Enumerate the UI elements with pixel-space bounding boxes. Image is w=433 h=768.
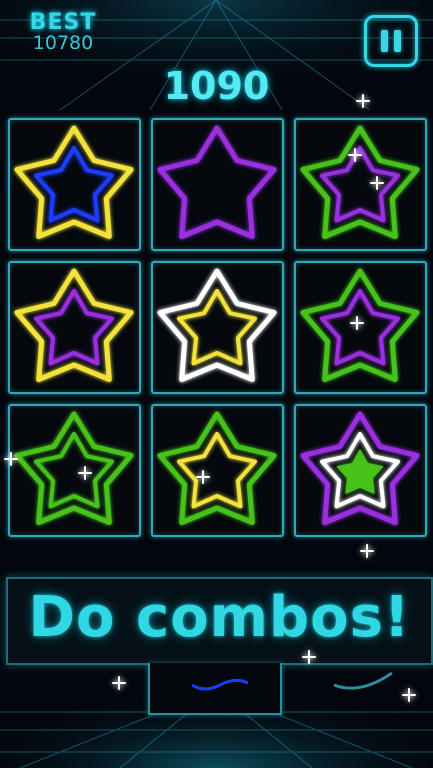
board-cell[interactable] <box>8 404 141 537</box>
swap-arrow-icon <box>333 671 393 690</box>
next-piece-arc <box>191 678 249 691</box>
sparkle <box>350 316 364 330</box>
best-score-panel: BEST 10780 <box>18 10 108 54</box>
sparkle <box>348 148 362 162</box>
inner-star <box>34 432 114 509</box>
board-cell[interactable] <box>151 261 284 394</box>
hint-banner-text: Do combos! <box>28 585 411 650</box>
sparkle <box>112 676 126 690</box>
outer-star <box>157 268 277 382</box>
next-piece-slot[interactable] <box>148 663 282 715</box>
star-tile <box>157 125 277 239</box>
sparkle <box>370 176 384 190</box>
star-tile <box>157 411 277 525</box>
outer-star <box>157 411 277 525</box>
sparkle <box>356 94 370 108</box>
outer-star <box>157 125 277 239</box>
sparkle <box>196 470 210 484</box>
star-tile <box>157 268 277 382</box>
outer-star <box>14 268 134 382</box>
star-tile <box>14 411 134 525</box>
board-cell[interactable] <box>151 404 284 537</box>
star-tile <box>300 411 420 525</box>
outer-star <box>14 125 134 239</box>
board-cell[interactable] <box>8 118 141 251</box>
outer-star <box>14 411 134 525</box>
sparkle <box>360 544 374 558</box>
best-score-value: 10780 <box>32 32 94 54</box>
inner-star <box>34 289 114 366</box>
sparkle <box>302 650 316 664</box>
star-tile <box>14 268 134 382</box>
outer-star <box>300 125 420 239</box>
star-tile <box>300 125 420 239</box>
inner-star <box>177 289 257 366</box>
board-cell[interactable] <box>8 261 141 394</box>
board-cell[interactable] <box>151 118 284 251</box>
sparkle <box>78 466 92 480</box>
star-tile <box>14 125 134 239</box>
pause-button[interactable] <box>364 15 418 67</box>
sparkle <box>402 688 416 702</box>
sparkle <box>4 452 18 466</box>
board-cell[interactable] <box>294 404 427 537</box>
inner-star <box>177 432 257 509</box>
board-cell[interactable] <box>294 118 427 251</box>
hint-banner: Do combos! <box>6 577 433 665</box>
inner-star <box>34 146 114 223</box>
